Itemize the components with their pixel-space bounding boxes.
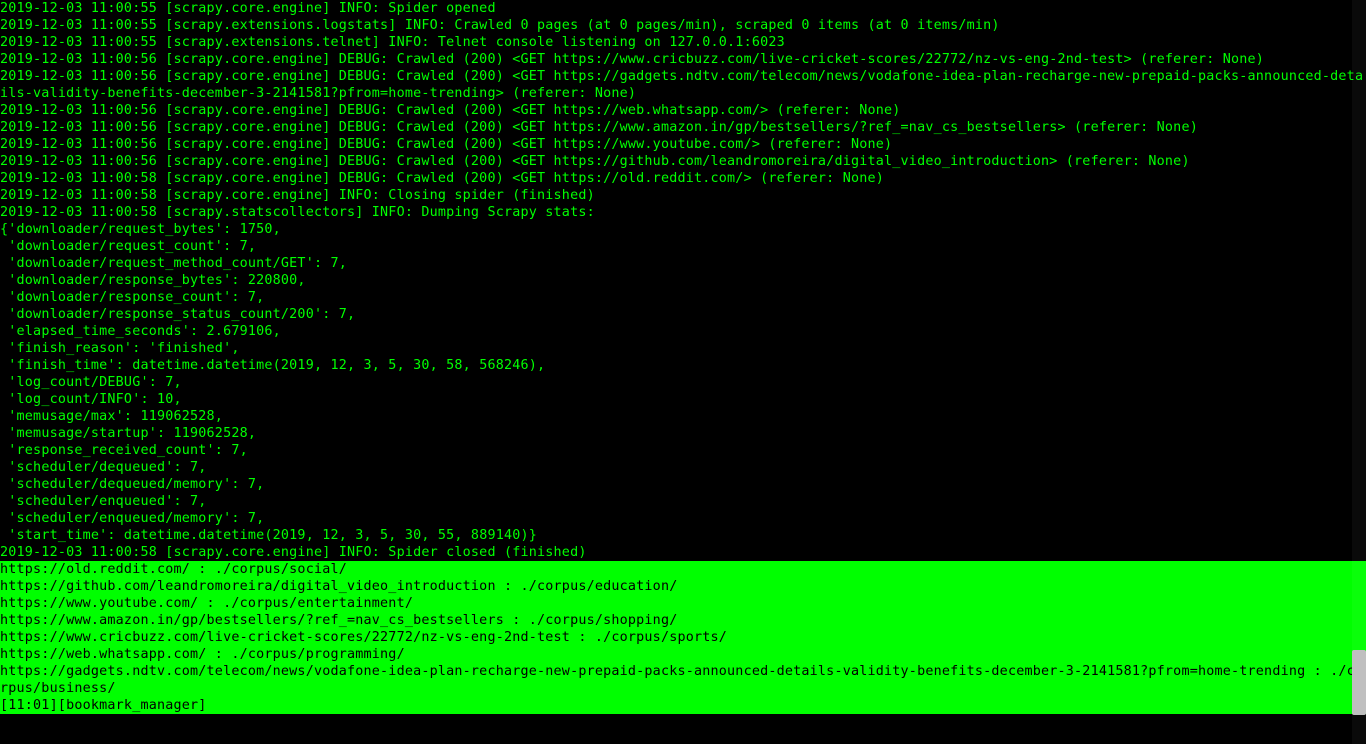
log-line: 2019-12-03 11:00:56 [scrapy.core.engine]… [0, 136, 1366, 153]
cursor-icon [215, 698, 223, 713]
log-line: 'finish_reason': 'finished', [0, 340, 1366, 357]
highlighted-output-block: https://old.reddit.com/ : ./corpus/socia… [0, 561, 1366, 714]
log-line: 'response_received_count': 7, [0, 442, 1366, 459]
log-line: 'downloader/request_count': 7, [0, 238, 1366, 255]
output-line: https://old.reddit.com/ : ./corpus/socia… [0, 561, 1366, 578]
shell-prompt: [11:01][bookmark_manager] [0, 698, 215, 713]
output-line: https://web.whatsapp.com/ : ./corpus/pro… [0, 646, 1366, 663]
output-line: https://github.com/leandromoreira/digita… [0, 578, 1366, 595]
log-line: 2019-12-03 11:00:56 [scrapy.core.engine]… [0, 153, 1366, 170]
log-line: 'memusage/startup': 119062528, [0, 425, 1366, 442]
log-line: 2019-12-03 11:00:56 [scrapy.core.engine]… [0, 51, 1366, 68]
output-line: https://gadgets.ndtv.com/telecom/news/vo… [0, 663, 1366, 697]
log-line: 'log_count/INFO': 10, [0, 391, 1366, 408]
log-line: 'start_time': datetime.datetime(2019, 12… [0, 527, 1366, 544]
log-line: 'scheduler/dequeued/memory': 7, [0, 476, 1366, 493]
log-line: 'scheduler/enqueued/memory': 7, [0, 510, 1366, 527]
scrollbar-track[interactable] [1352, 0, 1366, 744]
log-line: 'downloader/response_status_count/200': … [0, 306, 1366, 323]
log-line: 'scheduler/enqueued': 7, [0, 493, 1366, 510]
log-line: 'downloader/response_count': 7, [0, 289, 1366, 306]
log-line: 2019-12-03 11:00:58 [scrapy.core.engine]… [0, 187, 1366, 204]
log-line: 2019-12-03 11:00:58 [scrapy.statscollect… [0, 204, 1366, 221]
log-line: 'scheduler/dequeued': 7, [0, 459, 1366, 476]
log-line: 2019-12-03 11:00:55 [scrapy.extensions.l… [0, 17, 1366, 34]
log-line: 'downloader/request_method_count/GET': 7… [0, 255, 1366, 272]
log-line: 'finish_time': datetime.datetime(2019, 1… [0, 357, 1366, 374]
log-line: 'log_count/DEBUG': 7, [0, 374, 1366, 391]
output-line: https://www.amazon.in/gp/bestsellers/?re… [0, 612, 1366, 629]
log-line: 'memusage/max': 119062528, [0, 408, 1366, 425]
log-line: 2019-12-03 11:00:55 [scrapy.core.engine]… [0, 0, 1366, 17]
log-line: {'downloader/request_bytes': 1750, [0, 221, 1366, 238]
log-line: 2019-12-03 11:00:58 [scrapy.core.engine]… [0, 170, 1366, 187]
output-line: https://www.cricbuzz.com/live-cricket-sc… [0, 629, 1366, 646]
log-line: 2019-12-03 11:00:56 [scrapy.core.engine]… [0, 68, 1366, 102]
shell-prompt-line[interactable]: [11:01][bookmark_manager] [0, 697, 1366, 714]
log-line: 2019-12-03 11:00:56 [scrapy.core.engine]… [0, 102, 1366, 119]
terminal-output: 2019-12-03 11:00:55 [scrapy.core.engine]… [0, 0, 1366, 714]
output-line: https://www.youtube.com/ : ./corpus/ente… [0, 595, 1366, 612]
log-line: 2019-12-03 11:00:58 [scrapy.core.engine]… [0, 544, 1366, 561]
scrollbar-thumb[interactable] [1352, 650, 1366, 715]
terminal-window[interactable]: 2019-12-03 11:00:55 [scrapy.core.engine]… [0, 0, 1366, 744]
log-line: 2019-12-03 11:00:55 [scrapy.extensions.t… [0, 34, 1366, 51]
log-line: 'downloader/response_bytes': 220800, [0, 272, 1366, 289]
log-line: 'elapsed_time_seconds': 2.679106, [0, 323, 1366, 340]
log-line: 2019-12-03 11:00:56 [scrapy.core.engine]… [0, 119, 1366, 136]
